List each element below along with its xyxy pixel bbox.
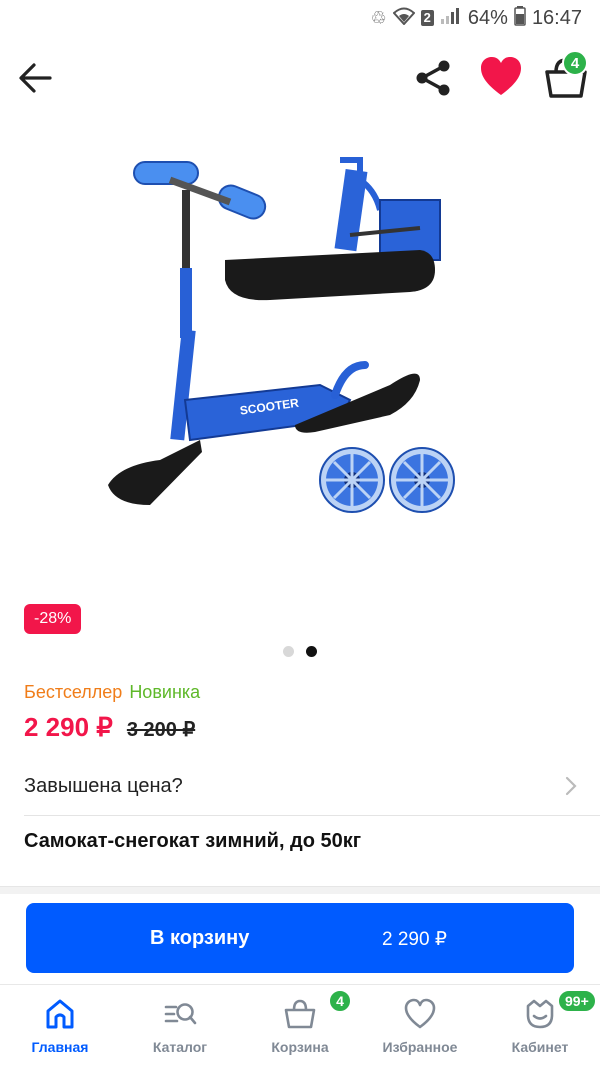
divider [24, 815, 600, 816]
nav-favorites[interactable]: Избранное [360, 985, 480, 1066]
gallery-dot-active[interactable] [306, 646, 317, 657]
profile-icon [526, 999, 554, 1029]
price-complaint-label: Завышена цена? [24, 774, 183, 797]
battery-icon [514, 5, 526, 31]
home-icon [46, 999, 74, 1029]
back-button[interactable] [14, 56, 58, 100]
clock: 16:47 [531, 6, 582, 29]
nav-catalog[interactable]: Каталог [120, 985, 240, 1066]
nav-home-label: Главная [31, 1039, 89, 1055]
section-divider [0, 886, 600, 894]
product-tags: Бестселлер Новинка [24, 682, 200, 703]
top-bar [0, 42, 600, 112]
price-block: 2 290 ₽ 3 200 ₽ [24, 712, 195, 743]
nav-catalog-label: Каталог [152, 1039, 208, 1055]
nav-profile-badge: 99+ [557, 989, 597, 1013]
nav-cart-label: Корзина [271, 1039, 329, 1055]
add-to-cart-price: 2 290 ₽ [382, 929, 447, 950]
basket-icon [284, 999, 316, 1029]
add-to-cart-label: В корзину [150, 927, 250, 949]
tag-bestseller: Бестселлер [24, 682, 123, 702]
heart-outline-icon [404, 998, 436, 1029]
discount-badge: -28% [24, 604, 82, 634]
catalog-search-icon [164, 1003, 197, 1025]
add-to-cart-button[interactable]: В корзину 2 290 ₽ [26, 903, 574, 973]
old-price: 3 200 ₽ [126, 719, 196, 741]
bottom-navigation: Главная Каталог Корзина Избранное Кабине… [0, 984, 600, 1066]
gallery-dot[interactable] [283, 646, 294, 657]
gallery-pagination [0, 646, 600, 657]
cart-count-badge: 4 [562, 50, 588, 76]
nav-profile-label: Кабинет [511, 1039, 569, 1055]
product-title: Самокат-снегокат зимний, до 50кг [24, 830, 362, 852]
signal-icon [440, 7, 462, 30]
battery-percent: 64% [467, 6, 508, 29]
sim-slot-badge: 2 [420, 10, 434, 26]
tag-new: Новинка [129, 682, 201, 702]
current-price: 2 290 ₽ [24, 712, 113, 742]
share-button[interactable] [412, 56, 456, 100]
notification-icon: ♲ [370, 7, 387, 28]
nav-favorites-label: Избранное [382, 1039, 458, 1055]
status-bar: ♲ 2 64% 16:47 [0, 0, 600, 36]
nav-cart-badge: 4 [328, 989, 352, 1013]
share-icon [416, 60, 450, 96]
favorite-button[interactable] [478, 54, 524, 100]
price-complaint-row[interactable]: Завышена цена? [0, 760, 600, 812]
nav-home[interactable]: Главная [0, 985, 120, 1066]
wifi-icon [392, 7, 416, 30]
chevron-right-icon [565, 776, 577, 796]
product-image[interactable]: SCOOTER [90, 140, 510, 550]
heart-icon [481, 57, 521, 95]
back-arrow-icon [19, 63, 52, 93]
